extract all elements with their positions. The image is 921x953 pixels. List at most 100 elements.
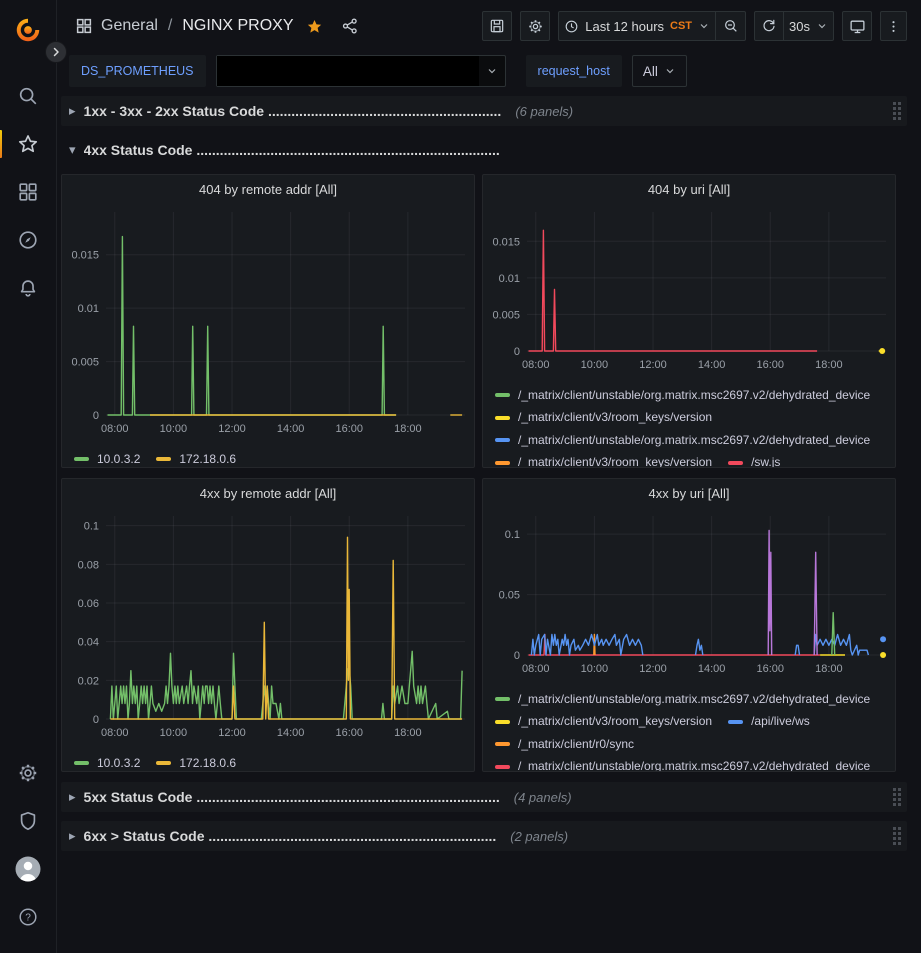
svg-text:18:00: 18:00 <box>815 359 843 371</box>
svg-text:0.1: 0.1 <box>505 529 520 541</box>
explore-compass-icon[interactable] <box>6 220 50 260</box>
server-admin-shield-icon[interactable] <box>6 801 50 841</box>
legend-item[interactable]: /_matrix/client/unstable/org.matrix.msc2… <box>495 385 870 406</box>
panel-legend: 10.0.3.2 172.18.0.6 <box>62 750 474 772</box>
variable-value-ds-prometheus[interactable] <box>216 55 506 87</box>
legend-item[interactable]: /_matrix/client/v3/room_keys/version <box>495 407 712 428</box>
svg-text:10:00: 10:00 <box>160 423 188 435</box>
legend-item[interactable]: /_matrix/client/unstable/org.matrix.msc2… <box>495 689 870 710</box>
svg-text:14:00: 14:00 <box>277 727 305 739</box>
chevron-down-icon <box>479 65 505 77</box>
save-dashboard-button[interactable] <box>482 11 512 41</box>
legend-swatch <box>495 393 510 397</box>
legend-label: 172.18.0.6 <box>179 753 236 773</box>
svg-text:0.005: 0.005 <box>71 357 99 369</box>
legend-label: /_matrix/client/unstable/org.matrix.msc2… <box>518 385 870 406</box>
drag-handle-icon[interactable] <box>893 827 901 845</box>
svg-text:08:00: 08:00 <box>522 359 550 371</box>
row-header-5xx[interactable]: ▸ 5xx Status Code ......................… <box>61 782 907 812</box>
search-icon[interactable] <box>6 76 50 116</box>
legend-label: 10.0.3.2 <box>97 753 140 773</box>
legend-item[interactable]: 172.18.0.6 <box>156 449 236 469</box>
svg-text:12:00: 12:00 <box>639 663 667 675</box>
panel-404-by-remote-addr: 404 by remote addr [All] 00.0050.010.015… <box>61 174 475 468</box>
legend-item[interactable]: /sw.js <box>728 452 780 468</box>
svg-text:?: ? <box>25 913 31 924</box>
row-header-1xx-3xx-2xx[interactable]: ▸ 1xx - 3xx - 2xx Status Code ..........… <box>61 96 907 126</box>
legend-item[interactable]: 10.0.3.2 <box>74 753 140 773</box>
row-panel-count: (4 panels) <box>514 790 572 805</box>
row-header-6xx[interactable]: ▸ 6xx > Status Code ....................… <box>61 821 907 851</box>
refresh-interval-picker[interactable]: 30s <box>784 11 834 41</box>
share-alt-icon[interactable] <box>341 17 359 35</box>
grafana-logo[interactable] <box>6 10 50 50</box>
legend-item[interactable]: /_matrix/client/v3/room_keys/version <box>495 452 712 468</box>
configuration-gear-icon[interactable] <box>6 753 50 793</box>
chevron-right-icon: ▸ <box>69 789 76 805</box>
sidebar-expand-button[interactable] <box>45 41 67 63</box>
svg-text:0.05: 0.05 <box>499 590 520 602</box>
legend-label: /_matrix/client/unstable/org.matrix.msc2… <box>518 430 870 451</box>
svg-text:0.015: 0.015 <box>492 236 520 248</box>
svg-text:0.005: 0.005 <box>492 309 520 321</box>
panel-title[interactable]: 4xx by remote addr [All] <box>62 479 474 509</box>
panel-title[interactable]: 404 by remote addr [All] <box>62 175 474 205</box>
legend-label: /_matrix/client/unstable/org.matrix.msc2… <box>518 689 870 710</box>
legend-swatch <box>495 697 510 701</box>
panel-legend: /_matrix/client/unstable/org.matrix.msc2… <box>483 382 895 468</box>
svg-text:0.04: 0.04 <box>78 637 99 649</box>
variable-value-request-host[interactable]: All <box>632 55 687 87</box>
row-header-4xx[interactable]: ▾ 4xx Status Code ......................… <box>61 135 907 165</box>
legend-item[interactable]: /_matrix/client/unstable/org.matrix.msc2… <box>495 430 870 451</box>
zoom-out-time-button[interactable] <box>716 11 746 41</box>
legend-swatch <box>156 457 171 461</box>
legend-item[interactable]: 10.0.3.2 <box>74 449 140 469</box>
cycle-view-monitor-button[interactable] <box>842 11 872 41</box>
main-area: General / NGINX PROXY <box>57 0 921 953</box>
panel-title[interactable]: 404 by uri [All] <box>483 175 895 205</box>
breadcrumb-folder[interactable]: General <box>101 17 158 35</box>
variable-label-request-host[interactable]: request_host <box>526 55 622 87</box>
refresh-button[interactable] <box>754 11 784 41</box>
dashboard-header: General / NGINX PROXY <box>57 0 921 52</box>
svg-text:08:00: 08:00 <box>522 663 550 675</box>
chevron-down-icon <box>816 20 828 32</box>
drag-handle-icon[interactable] <box>893 788 901 806</box>
user-avatar[interactable] <box>6 849 50 889</box>
help-icon[interactable]: ? <box>6 897 50 937</box>
svg-text:0.08: 0.08 <box>78 559 99 571</box>
alerting-bell-icon[interactable] <box>6 268 50 308</box>
panel-title[interactable]: 4xx by uri [All] <box>483 479 895 509</box>
apps-grid-icon[interactable] <box>75 17 93 35</box>
legend-item[interactable]: /api/live/ws <box>728 711 810 732</box>
legend-swatch <box>74 457 89 461</box>
svg-text:0: 0 <box>93 714 99 726</box>
dashboard-title[interactable]: NGINX PROXY <box>182 17 293 35</box>
time-range-picker[interactable]: Last 12 hours CST <box>558 11 716 41</box>
kebab-menu-button[interactable] <box>880 11 907 41</box>
dashboard-settings-button[interactable] <box>520 11 550 41</box>
row-title: 4xx Status Code ........................… <box>84 142 500 158</box>
legend-item[interactable]: /_matrix/client/r0/sync <box>495 734 634 755</box>
timezone-label: CST <box>670 20 692 32</box>
starred-dashboards-icon[interactable] <box>6 124 50 164</box>
legend-label: /api/live/ws <box>751 711 810 732</box>
dashboards-icon[interactable] <box>6 172 50 212</box>
panel-legend: /_matrix/client/unstable/org.matrix.msc2… <box>483 686 895 772</box>
timeseries-chart: 00.020.040.060.080.108:0010:0012:0014:00… <box>62 509 474 750</box>
time-controls: Last 12 hours CST <box>558 11 746 41</box>
legend-swatch <box>495 438 510 442</box>
legend-item[interactable]: /_matrix/client/v3/room_keys/version <box>495 711 712 732</box>
chevron-right-icon: ▸ <box>69 828 76 844</box>
svg-text:10:00: 10:00 <box>581 663 609 675</box>
chevron-down-icon <box>664 65 676 77</box>
legend-swatch <box>728 461 743 465</box>
svg-text:0.06: 0.06 <box>78 598 99 610</box>
drag-handle-icon[interactable] <box>893 102 901 120</box>
legend-item[interactable]: 172.18.0.6 <box>156 753 236 773</box>
variable-label-ds-prometheus[interactable]: DS_PROMETHEUS <box>69 55 206 87</box>
star-filled-icon[interactable] <box>306 18 323 35</box>
legend-item[interactable]: /_matrix/client/unstable/org.matrix.msc2… <box>495 756 870 772</box>
legend-label: /_matrix/client/v3/room_keys/version <box>518 711 712 732</box>
chart-svg: 00.020.040.060.080.108:0010:0012:0014:00… <box>62 509 474 745</box>
